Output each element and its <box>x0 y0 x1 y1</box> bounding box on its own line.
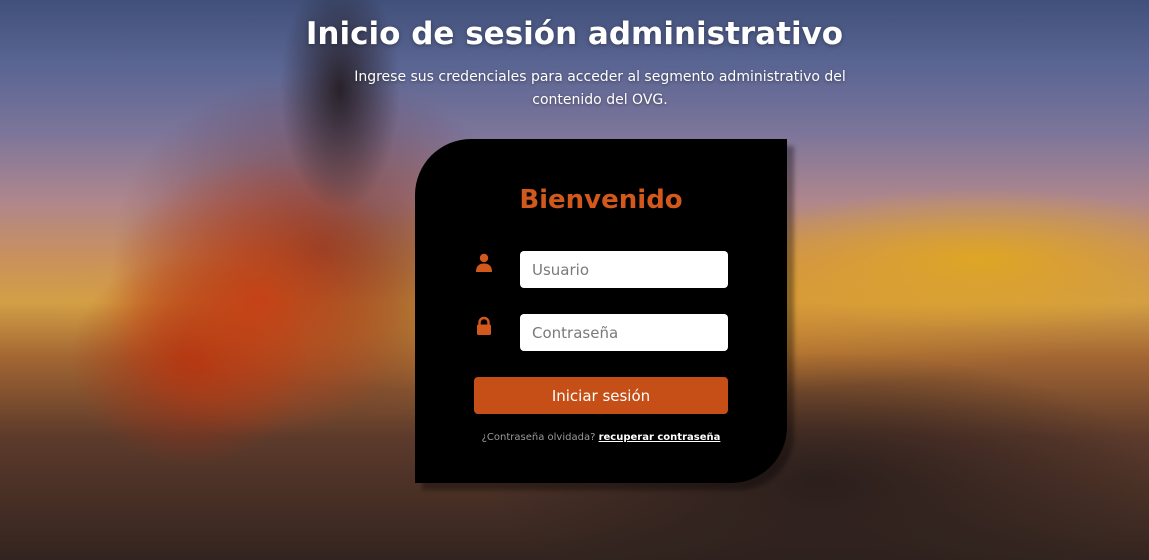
username-input[interactable] <box>520 251 728 288</box>
forgot-password-row: ¿Contraseña olvidada? recuperar contrase… <box>415 432 787 443</box>
page-subtitle: Ingrese sus credenciales para acceder al… <box>354 69 846 108</box>
login-card: Bienvenido Iniciar sesión ¿Contraseña ol… <box>415 139 787 483</box>
lock-icon <box>475 316 493 336</box>
recover-password-link[interactable]: recuperar contraseña <box>599 432 721 443</box>
password-input[interactable] <box>520 314 728 351</box>
forgot-password-prompt: ¿Contraseña olvidada? <box>481 432 596 443</box>
page-title: Inicio de sesión administrativo <box>305 16 844 52</box>
user-icon <box>475 253 493 273</box>
login-button[interactable]: Iniciar sesión <box>474 377 728 414</box>
welcome-heading: Bienvenido <box>519 185 683 215</box>
